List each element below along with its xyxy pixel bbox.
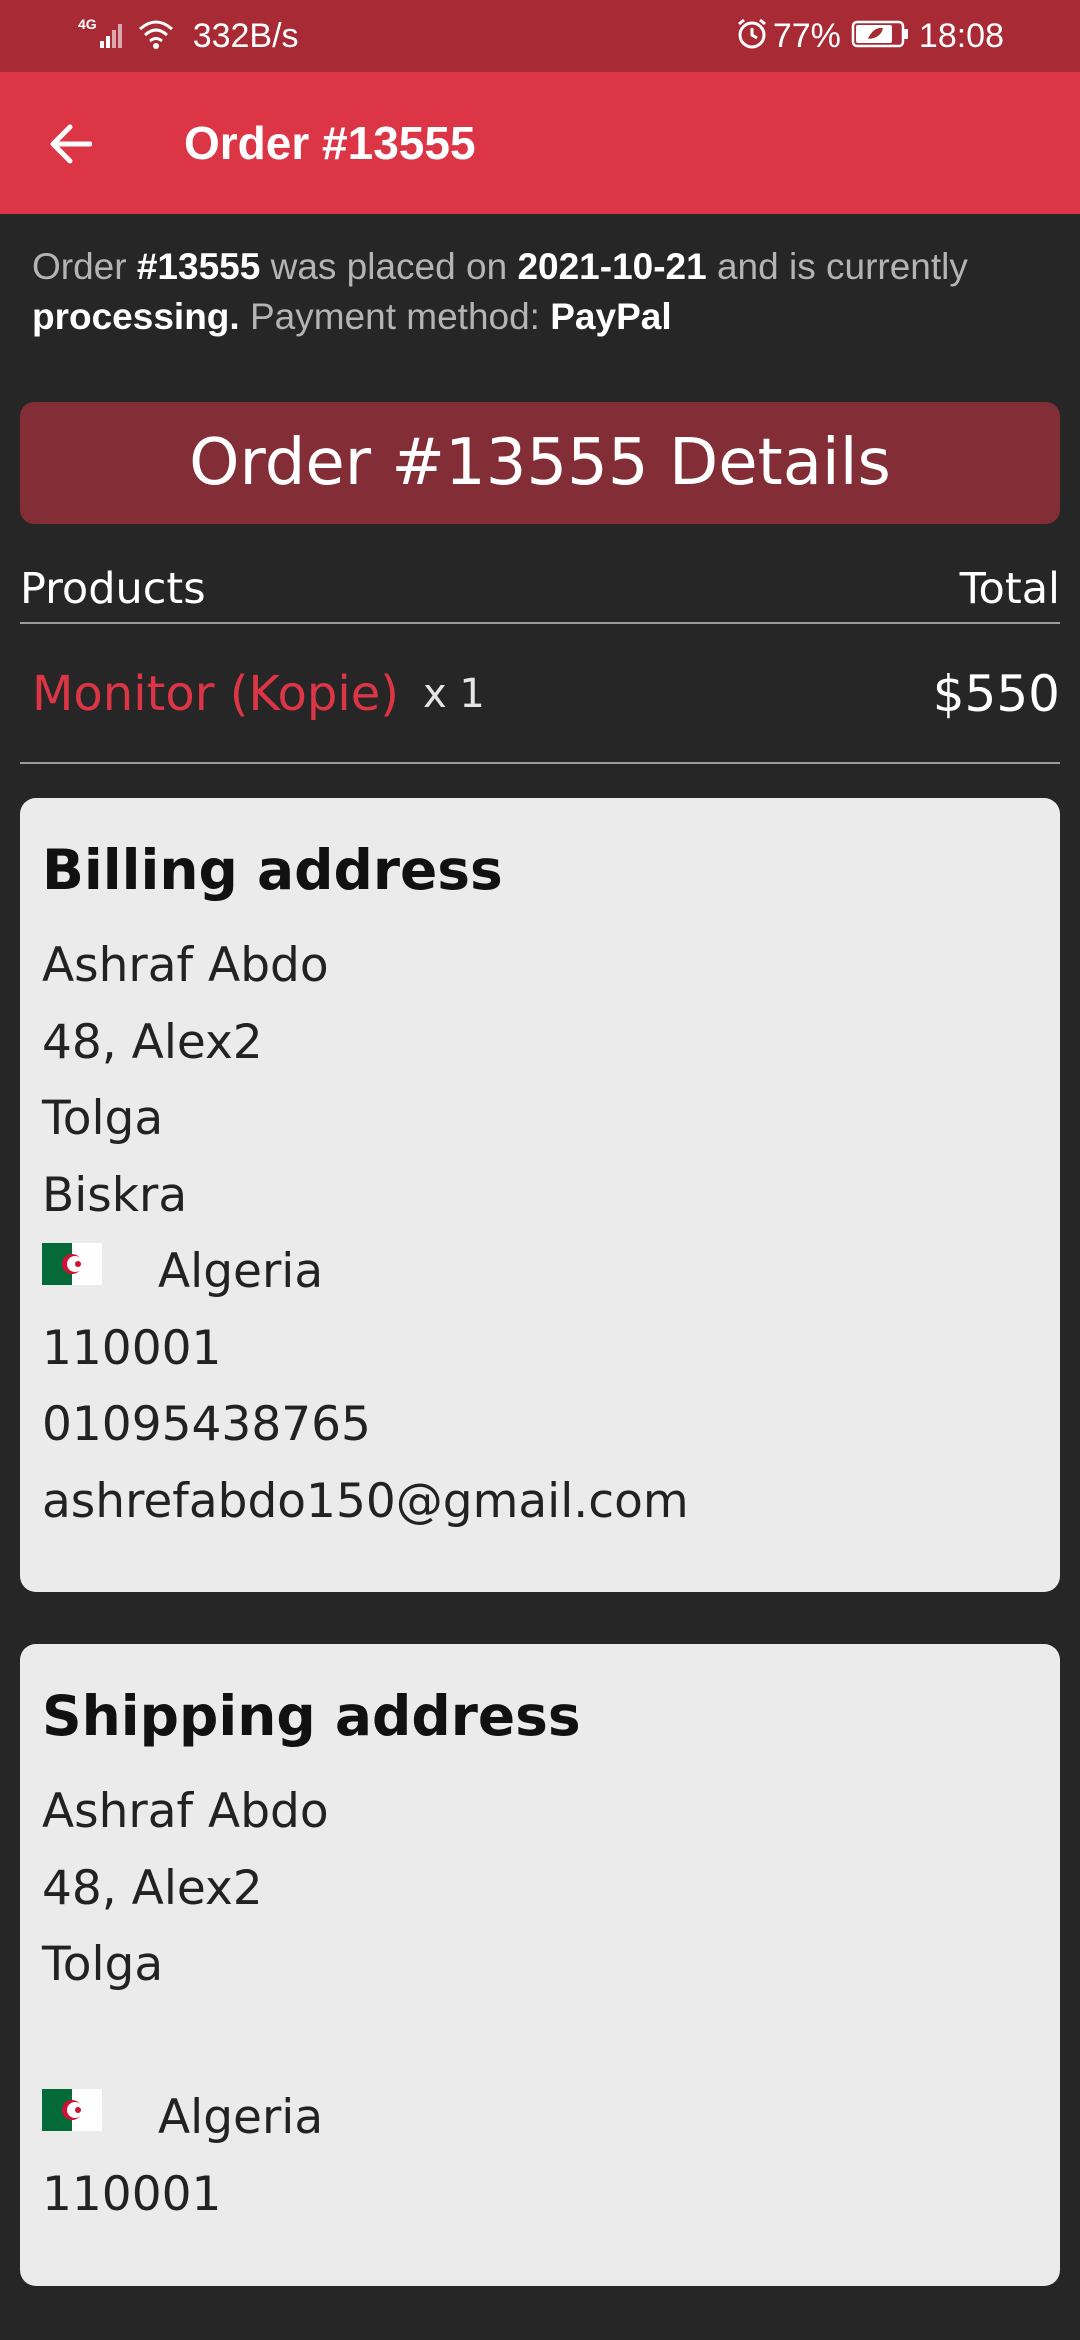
shipping-street: 48, Alex2 bbox=[42, 1860, 263, 1916]
signal-icon bbox=[99, 19, 125, 54]
battery-icon bbox=[851, 19, 909, 54]
products-table-header: Products Total bbox=[20, 556, 1060, 624]
table-row: Monitor (Kopie) x 1 $550 bbox=[20, 626, 1060, 764]
algeria-flag-icon bbox=[42, 1232, 102, 1309]
arrow-left-icon[interactable] bbox=[40, 114, 100, 174]
billing-city: Tolga bbox=[42, 1091, 164, 1146]
summary-text: was placed on bbox=[260, 246, 518, 287]
status-bar-left: 4G 332B/s bbox=[78, 14, 299, 58]
network-type-label: 4G bbox=[78, 16, 97, 32]
billing-address-title: Billing address bbox=[42, 838, 503, 902]
summary-text: and is currently bbox=[706, 246, 968, 287]
billing-phone: 01095438765 bbox=[42, 1397, 371, 1452]
shipping-address-card: Shipping address Ashraf Abdo 48, Alex2 T… bbox=[20, 1644, 1060, 2286]
summary-text: Payment method: bbox=[239, 296, 551, 337]
shipping-city: Tolga bbox=[42, 1937, 164, 1992]
algeria-flag-icon bbox=[42, 2078, 102, 2155]
shipping-name: Ashraf Abdo bbox=[42, 1784, 329, 1839]
status-bar-right: 77% 18:08 bbox=[735, 14, 1004, 58]
billing-country-row: Algeria bbox=[42, 1234, 1038, 1311]
shipping-postcode: 110001 bbox=[42, 2166, 222, 2222]
order-date: 2021-10-21 bbox=[517, 246, 707, 287]
products-column-header: Products bbox=[20, 564, 206, 614]
wifi-icon bbox=[137, 18, 175, 55]
product-link[interactable]: Monitor (Kopie) bbox=[32, 666, 399, 722]
order-status: processing. bbox=[32, 296, 240, 337]
total-column-header: Total bbox=[959, 564, 1060, 614]
app-bar: Order #13555 bbox=[0, 72, 1080, 214]
billing-street: 48, Alex2 bbox=[42, 1014, 263, 1070]
shipping-address-title: Shipping address bbox=[42, 1684, 581, 1748]
billing-email: ashrefabdo150@gmail.com bbox=[42, 1473, 689, 1529]
billing-country: Algeria bbox=[158, 1244, 324, 1299]
order-details-header: Order #13555 Details bbox=[20, 402, 1060, 524]
product-cell: Monitor (Kopie) x 1 bbox=[20, 666, 485, 722]
product-quantity: x 1 bbox=[422, 671, 485, 717]
network-speed: 332B/s bbox=[192, 17, 299, 55]
billing-name: Ashraf Abdo bbox=[42, 938, 329, 993]
billing-postcode: 110001 bbox=[42, 1320, 222, 1376]
page-title: Order #13555 bbox=[184, 117, 476, 169]
shipping-country: Algeria bbox=[158, 2090, 324, 2145]
clock: 18:08 bbox=[918, 17, 1004, 55]
order-summary: Order #13555 was placed on 2021-10-21 an… bbox=[32, 242, 1042, 342]
billing-address-card: Billing address Ashraf Abdo 48, Alex2 To… bbox=[20, 798, 1060, 1592]
order-number: #13555 bbox=[136, 246, 261, 287]
status-bar: 4G 332B/s 77% 18:08 bbox=[0, 0, 1080, 72]
battery-percent: 77% bbox=[772, 17, 841, 55]
shipping-state bbox=[42, 2004, 1038, 2081]
summary-text: Order bbox=[32, 246, 137, 287]
product-total: $550 bbox=[932, 665, 1060, 723]
alarm-icon bbox=[735, 17, 769, 56]
billing-state: Biskra bbox=[42, 1167, 188, 1223]
payment-method: PayPal bbox=[550, 296, 672, 337]
shipping-country-row: Algeria bbox=[42, 2080, 1038, 2157]
